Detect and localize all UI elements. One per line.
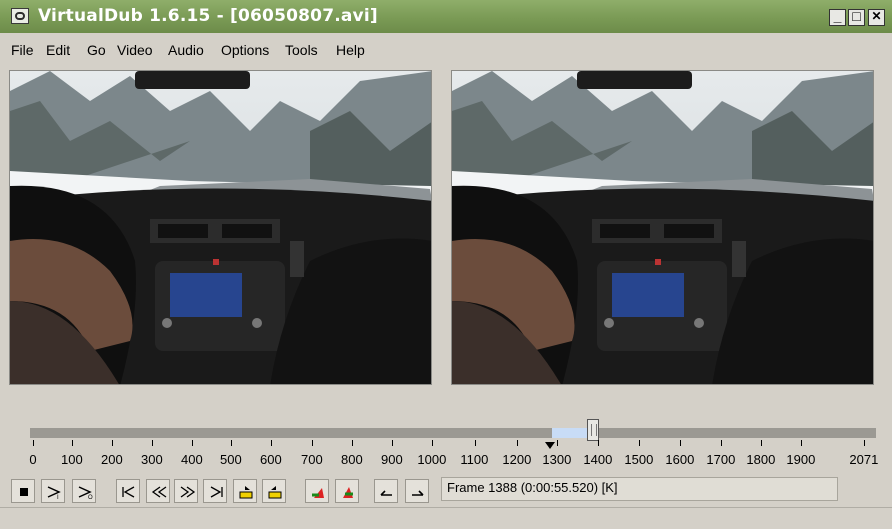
- timeline-tick: [33, 440, 34, 446]
- next-key-button[interactable]: [262, 479, 286, 503]
- timeline-tick-label: 1600: [665, 452, 695, 467]
- timeline-tick: [864, 440, 865, 446]
- stop-icon: [20, 488, 28, 496]
- timeline-tick: [392, 440, 393, 446]
- menu-file[interactable]: File: [11, 42, 34, 58]
- timeline-track[interactable]: [30, 428, 876, 438]
- menu-help[interactable]: Help: [336, 42, 365, 58]
- timeline-tick: [72, 440, 73, 446]
- timeline-tick-label: 1400: [583, 452, 613, 467]
- go-start-button[interactable]: [116, 479, 140, 503]
- menu-bar: File Edit Go Video Audio Options Tools H…: [0, 33, 892, 67]
- mark-in-icon: [380, 490, 392, 496]
- timeline-tick: [475, 440, 476, 446]
- timeline-tick-label: 900: [381, 452, 403, 467]
- window-title: VirtualDub 1.6.15 - [06050807.avi]: [38, 6, 378, 26]
- timeline-selection: [552, 428, 592, 438]
- timeline-tick-label: 1200: [502, 452, 532, 467]
- timeline-tick: [680, 440, 681, 446]
- minimize-button[interactable]: _: [829, 9, 846, 26]
- timeline-tick-label: 0: [29, 452, 37, 467]
- status-bar: [0, 507, 892, 529]
- next-scene-button[interactable]: [335, 479, 359, 503]
- input-video-pane: [9, 70, 432, 385]
- timeline-tick-label: 800: [341, 452, 363, 467]
- prev-frame-icon: [151, 486, 167, 498]
- timeline-tick: [598, 440, 599, 446]
- timeline-tick-label: 600: [260, 452, 282, 467]
- timeline-tick: [152, 440, 153, 446]
- timeline-tick-label: 2071: [849, 452, 879, 467]
- go-end-icon: [210, 486, 223, 498]
- timeline-tick-label: 1700: [706, 452, 736, 467]
- timeline-tick: [557, 440, 558, 446]
- prev-scene-icon: [312, 488, 324, 498]
- menu-tools[interactable]: Tools: [285, 42, 318, 58]
- timeline-thumb[interactable]: [587, 419, 599, 441]
- next-scene-icon: [343, 487, 353, 498]
- next-key-icon: [268, 486, 282, 499]
- timeline-tick: [271, 440, 272, 446]
- timeline-tick-label: 400: [181, 452, 203, 467]
- app-icon[interactable]: [11, 8, 29, 24]
- prev-scene-button[interactable]: [305, 479, 329, 503]
- maximize-button[interactable]: □: [848, 9, 865, 26]
- svg-text:I: I: [57, 495, 59, 501]
- timeline-tick-label: 200: [101, 452, 123, 467]
- timeline-tick: [112, 440, 113, 446]
- timeline-tick: [801, 440, 802, 446]
- close-button[interactable]: ✕: [868, 9, 885, 26]
- title-bar: VirtualDub 1.6.15 - [06050807.avi] _ □ ✕: [0, 0, 892, 33]
- menu-audio[interactable]: Audio: [168, 42, 204, 58]
- next-frame-icon: [180, 486, 196, 498]
- frame-position-readout: Frame 1388 (0:00:55.520) [K]: [441, 477, 838, 501]
- menu-go[interactable]: Go: [87, 42, 106, 58]
- keyframe-marker: [545, 442, 555, 449]
- timeline-tick: [517, 440, 518, 446]
- timeline-tick-label: 700: [301, 452, 323, 467]
- timeline-tick: [721, 440, 722, 446]
- prev-key-icon: [239, 486, 253, 499]
- stop-button[interactable]: [11, 479, 35, 503]
- play-output-button[interactable]: O: [72, 479, 96, 503]
- menu-video[interactable]: Video: [117, 42, 153, 58]
- timeline-tick: [231, 440, 232, 446]
- play-input-button[interactable]: I: [41, 479, 65, 503]
- go-end-button[interactable]: [203, 479, 227, 503]
- timeline-tick: [761, 440, 762, 446]
- timeline-tick-label: 500: [220, 452, 242, 467]
- menu-edit[interactable]: Edit: [46, 42, 70, 58]
- timeline-tick-label: 1900: [786, 452, 816, 467]
- output-video-pane: [451, 70, 874, 385]
- timeline-tick-label: 1300: [542, 452, 572, 467]
- play-output-icon: O: [78, 486, 93, 501]
- timeline-tick-label: 1500: [624, 452, 654, 467]
- timeline-tick: [639, 440, 640, 446]
- timeline-tick-label: 1100: [460, 452, 489, 467]
- mark-out-icon: [412, 490, 424, 496]
- timeline-tick: [432, 440, 433, 446]
- prev-frame-button[interactable]: [146, 479, 170, 503]
- timeline-tick-label: 300: [141, 452, 163, 467]
- timeline-tick: [312, 440, 313, 446]
- timeline-tick: [192, 440, 193, 446]
- timeline-tick-label: 1800: [746, 452, 776, 467]
- timeline-tick-label: 1000: [417, 452, 447, 467]
- prev-key-button[interactable]: [233, 479, 257, 503]
- mark-in-button[interactable]: [374, 479, 398, 503]
- next-frame-button[interactable]: [174, 479, 198, 503]
- mark-out-button[interactable]: [405, 479, 429, 503]
- go-start-icon: [122, 486, 135, 498]
- svg-text:O: O: [88, 495, 93, 501]
- timeline-tick: [352, 440, 353, 446]
- menu-options[interactable]: Options: [221, 42, 269, 58]
- timeline-tick-label: 100: [61, 452, 83, 467]
- play-input-icon: I: [47, 486, 61, 501]
